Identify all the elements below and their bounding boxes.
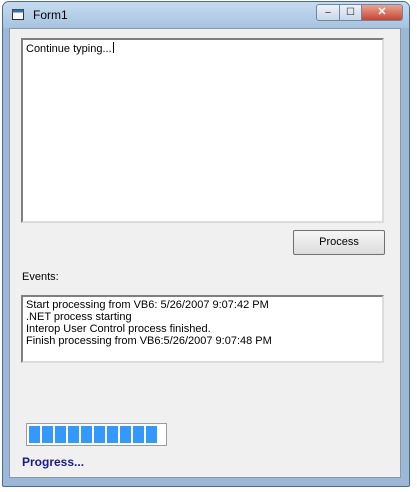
progress-segment <box>29 426 40 443</box>
event-line: Finish processing from VB6:5/26/2007 9:0… <box>26 335 272 347</box>
window-title: Form1 <box>33 8 68 22</box>
maximize-button[interactable]: ☐ <box>339 4 362 21</box>
process-button[interactable]: Process <box>293 230 385 255</box>
form-client-area: Continue typing... Process Events: Start… <box>9 28 401 478</box>
progress-segment <box>107 426 118 443</box>
progress-segment <box>94 426 105 443</box>
close-button[interactable]: ✕ <box>361 4 403 21</box>
progress-segment <box>42 426 53 443</box>
event-line: .NET process starting <box>26 311 132 323</box>
progress-segment <box>133 426 144 443</box>
progress-segment <box>120 426 131 443</box>
event-line: Interop User Control process finished. <box>26 323 211 335</box>
events-label: Events: <box>22 271 59 283</box>
text-caret <box>112 42 114 53</box>
event-line: Start processing from VB6: 5/26/2007 9:0… <box>26 299 269 311</box>
events-listbox[interactable]: Start processing from VB6: 5/26/2007 9:0… <box>21 295 384 363</box>
progress-segment <box>55 426 66 443</box>
progress-bar <box>26 423 167 446</box>
form-window: Form1 – ☐ ✕ Continue typing... Process E… <box>2 1 410 487</box>
progress-segment <box>146 426 157 443</box>
progress-label: Progress... <box>22 455 85 469</box>
progress-segment <box>81 426 92 443</box>
title-bar[interactable]: Form1 – ☐ ✕ <box>3 2 409 28</box>
progress-segment <box>68 426 79 443</box>
input-textbox[interactable]: Continue typing... <box>21 38 384 223</box>
minimize-button[interactable]: – <box>316 4 340 21</box>
app-icon <box>12 9 24 20</box>
input-text: Continue typing... <box>26 43 112 55</box>
